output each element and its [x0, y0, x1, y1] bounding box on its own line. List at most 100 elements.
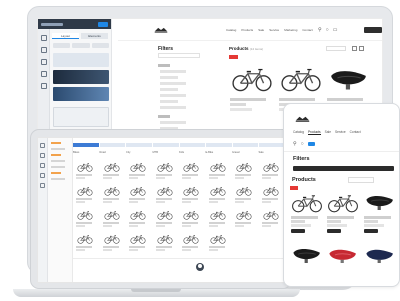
catalog-icon[interactable] [40, 153, 45, 158]
grid-product-cell[interactable] [233, 184, 257, 206]
grid-product-cell[interactable] [74, 232, 98, 254]
page-icon[interactable] [40, 83, 47, 89]
nav-link-active[interactable]: Products [308, 130, 321, 135]
nav-link[interactable]: Sale [325, 130, 331, 135]
builder-save-button[interactable] [98, 21, 108, 27]
tree-item[interactable] [51, 154, 61, 156]
sort-select[interactable] [326, 46, 346, 51]
tree-item[interactable] [51, 148, 65, 150]
grid-product-cell[interactable] [127, 184, 151, 206]
tree-item[interactable] [51, 172, 61, 174]
grid-product-cell[interactable] [154, 208, 178, 230]
product-card[interactable] [290, 186, 323, 236]
nav-link[interactable]: Sale [258, 28, 264, 32]
grid-product-cell[interactable] [127, 232, 151, 254]
orders-icon[interactable] [40, 163, 45, 168]
toolbar-segment[interactable] [206, 143, 232, 147]
user-icon[interactable]: ○ [326, 27, 329, 33]
filter-option[interactable] [160, 88, 178, 91]
builder-block-thumbnail-light[interactable] [53, 107, 109, 127]
grid-product-cell[interactable] [127, 208, 151, 230]
toolbar-segment[interactable] [232, 143, 259, 147]
filter-toggle-button[interactable] [293, 166, 394, 171]
cart-badge[interactable] [307, 142, 315, 146]
grid-product-cell[interactable] [101, 184, 125, 206]
builder-option-row[interactable] [53, 43, 109, 48]
tree-item[interactable] [51, 166, 65, 168]
filter-select[interactable] [158, 53, 200, 58]
filter-option[interactable] [160, 82, 186, 85]
grid-product-cell[interactable] [207, 208, 231, 230]
grid-product-cell[interactable] [180, 160, 204, 182]
add-to-cart-button[interactable] [327, 229, 341, 233]
header-cta-button[interactable] [364, 27, 382, 33]
toolbar-segment[interactable] [152, 143, 179, 147]
product-card[interactable] [290, 242, 323, 287]
grid-product-cell[interactable] [233, 160, 257, 182]
toolbar-segment[interactable] [99, 143, 126, 147]
search-icon[interactable]: ⚲ [293, 141, 297, 147]
grid-product-cell[interactable] [74, 160, 98, 182]
settings-icon[interactable] [40, 59, 47, 65]
product-card[interactable] [363, 186, 396, 236]
tree-item[interactable] [51, 160, 65, 162]
grid-product-cell[interactable] [180, 184, 204, 206]
cart-icon[interactable]: ▭ [333, 27, 338, 33]
customers-icon[interactable] [40, 173, 45, 178]
grid-product-cell[interactable] [154, 232, 178, 254]
column-header[interactable]: Sale [259, 151, 285, 154]
builder-block-thumbnail-blue[interactable] [53, 87, 109, 101]
filter-option[interactable] [160, 94, 186, 97]
filter-option[interactable] [160, 106, 186, 109]
store-logo[interactable] [295, 115, 310, 123]
column-header[interactable]: MTB [153, 151, 180, 154]
grid-product-cell[interactable] [207, 184, 231, 206]
nav-link[interactable]: Contact [302, 28, 312, 32]
grid-product-cell[interactable] [233, 208, 257, 230]
grid-view-icon[interactable] [352, 46, 357, 51]
nav-link[interactable]: Catalog [293, 130, 304, 135]
layers-icon[interactable] [40, 35, 47, 41]
filter-option[interactable] [160, 70, 186, 73]
column-header[interactable]: Bikes [73, 151, 100, 154]
builder-tab-elements[interactable]: Elements [81, 33, 108, 39]
grid-product-cell[interactable] [101, 208, 125, 230]
product-card[interactable] [229, 55, 275, 113]
grid-product-cell[interactable] [127, 160, 151, 182]
grid-product-cell[interactable] [180, 208, 204, 230]
grid-product-cell[interactable] [101, 232, 125, 254]
tree-item[interactable] [51, 178, 65, 180]
filter-option[interactable] [160, 76, 178, 79]
media-icon[interactable] [40, 71, 47, 77]
settings-icon[interactable] [40, 183, 45, 188]
tree-item-active[interactable] [51, 142, 61, 144]
store-logo[interactable] [154, 27, 168, 33]
grid-product-cell[interactable] [207, 160, 231, 182]
search-icon[interactable]: ⚲ [318, 27, 322, 33]
filter-option[interactable] [160, 121, 186, 124]
list-view-icon[interactable] [359, 46, 364, 51]
column-header[interactable]: Road [100, 151, 127, 154]
nav-link[interactable]: Service [269, 28, 279, 32]
column-header[interactable]: E-Bike [206, 151, 233, 154]
builder-tab-layout[interactable]: Layout [52, 33, 79, 39]
column-header[interactable]: City [126, 151, 153, 154]
add-to-cart-button[interactable] [364, 229, 378, 233]
grid-product-cell[interactable] [260, 208, 284, 230]
user-icon[interactable]: ○ [301, 141, 304, 147]
grid-product-cell[interactable] [260, 184, 284, 206]
grid-product-cell[interactable] [260, 160, 284, 182]
builder-block-thumbnail-dark[interactable] [53, 70, 109, 84]
nav-link[interactable]: Contact [350, 130, 361, 135]
toolbar-segment[interactable] [73, 143, 99, 147]
filter-option[interactable] [160, 100, 178, 103]
add-element-icon[interactable] [40, 47, 47, 53]
column-header[interactable]: Gravel [232, 151, 259, 154]
grid-product-cell[interactable] [154, 160, 178, 182]
toolbar-segment[interactable] [259, 143, 284, 147]
avatar[interactable] [196, 263, 204, 271]
nav-link[interactable]: Products [241, 28, 253, 32]
nav-link[interactable]: Service [335, 130, 346, 135]
grid-product-cell[interactable] [74, 208, 98, 230]
nav-link[interactable]: Catalog [226, 28, 236, 32]
